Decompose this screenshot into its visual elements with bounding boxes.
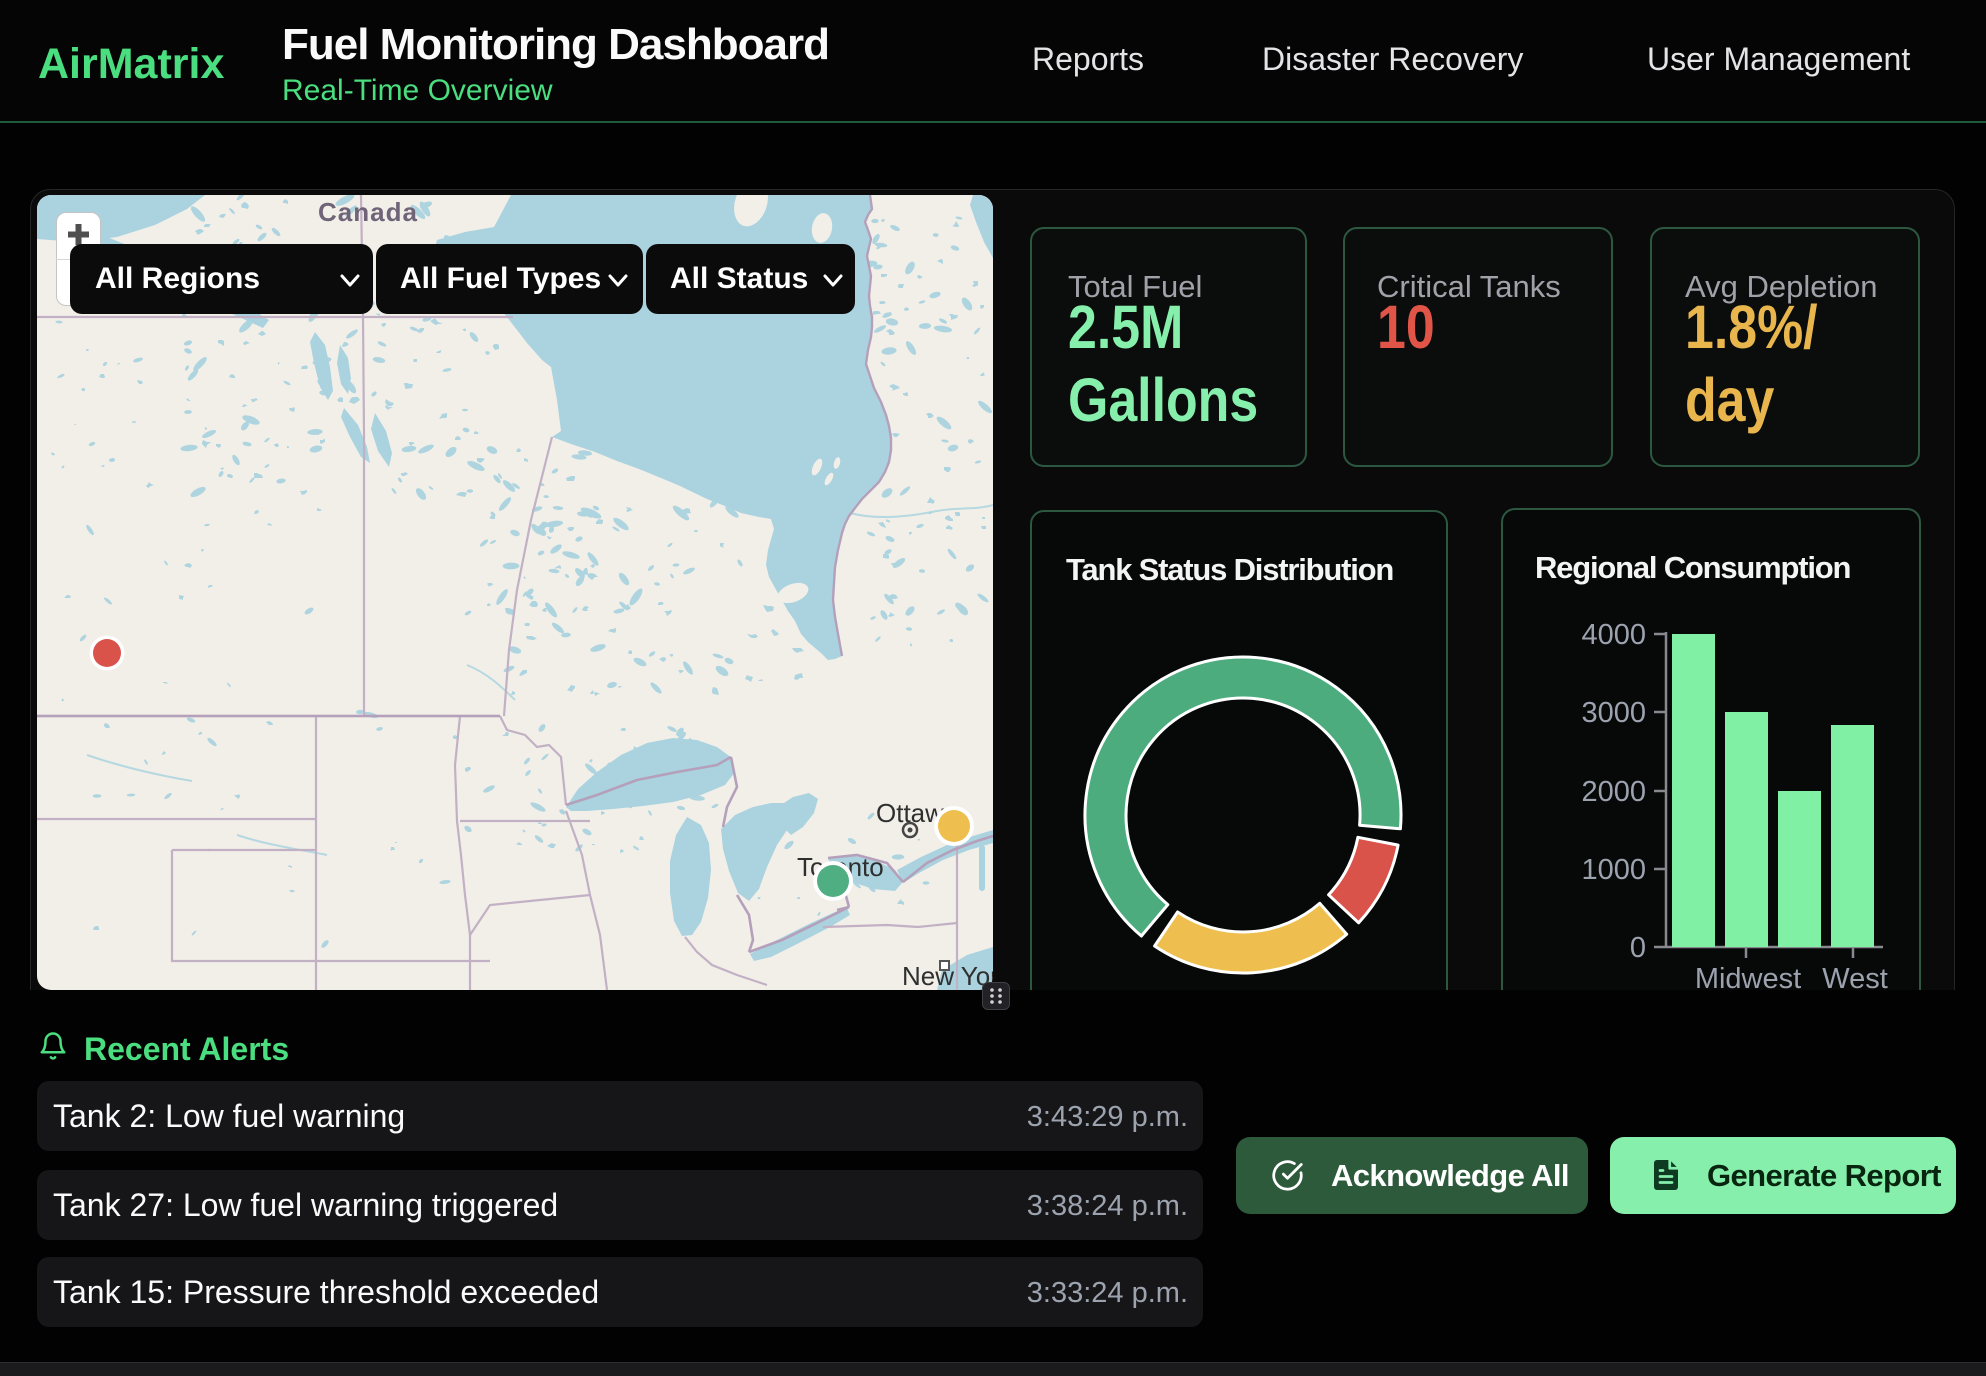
svg-text:3000: 3000 — [1581, 697, 1646, 729]
svg-text:4000: 4000 — [1581, 619, 1646, 651]
svg-text:1000: 1000 — [1581, 854, 1646, 886]
svg-text:2000: 2000 — [1581, 776, 1646, 808]
svg-text:0: 0 — [1630, 932, 1646, 964]
svg-text:New York: New York — [902, 961, 993, 990]
svg-text:Canada: Canada — [318, 197, 418, 227]
